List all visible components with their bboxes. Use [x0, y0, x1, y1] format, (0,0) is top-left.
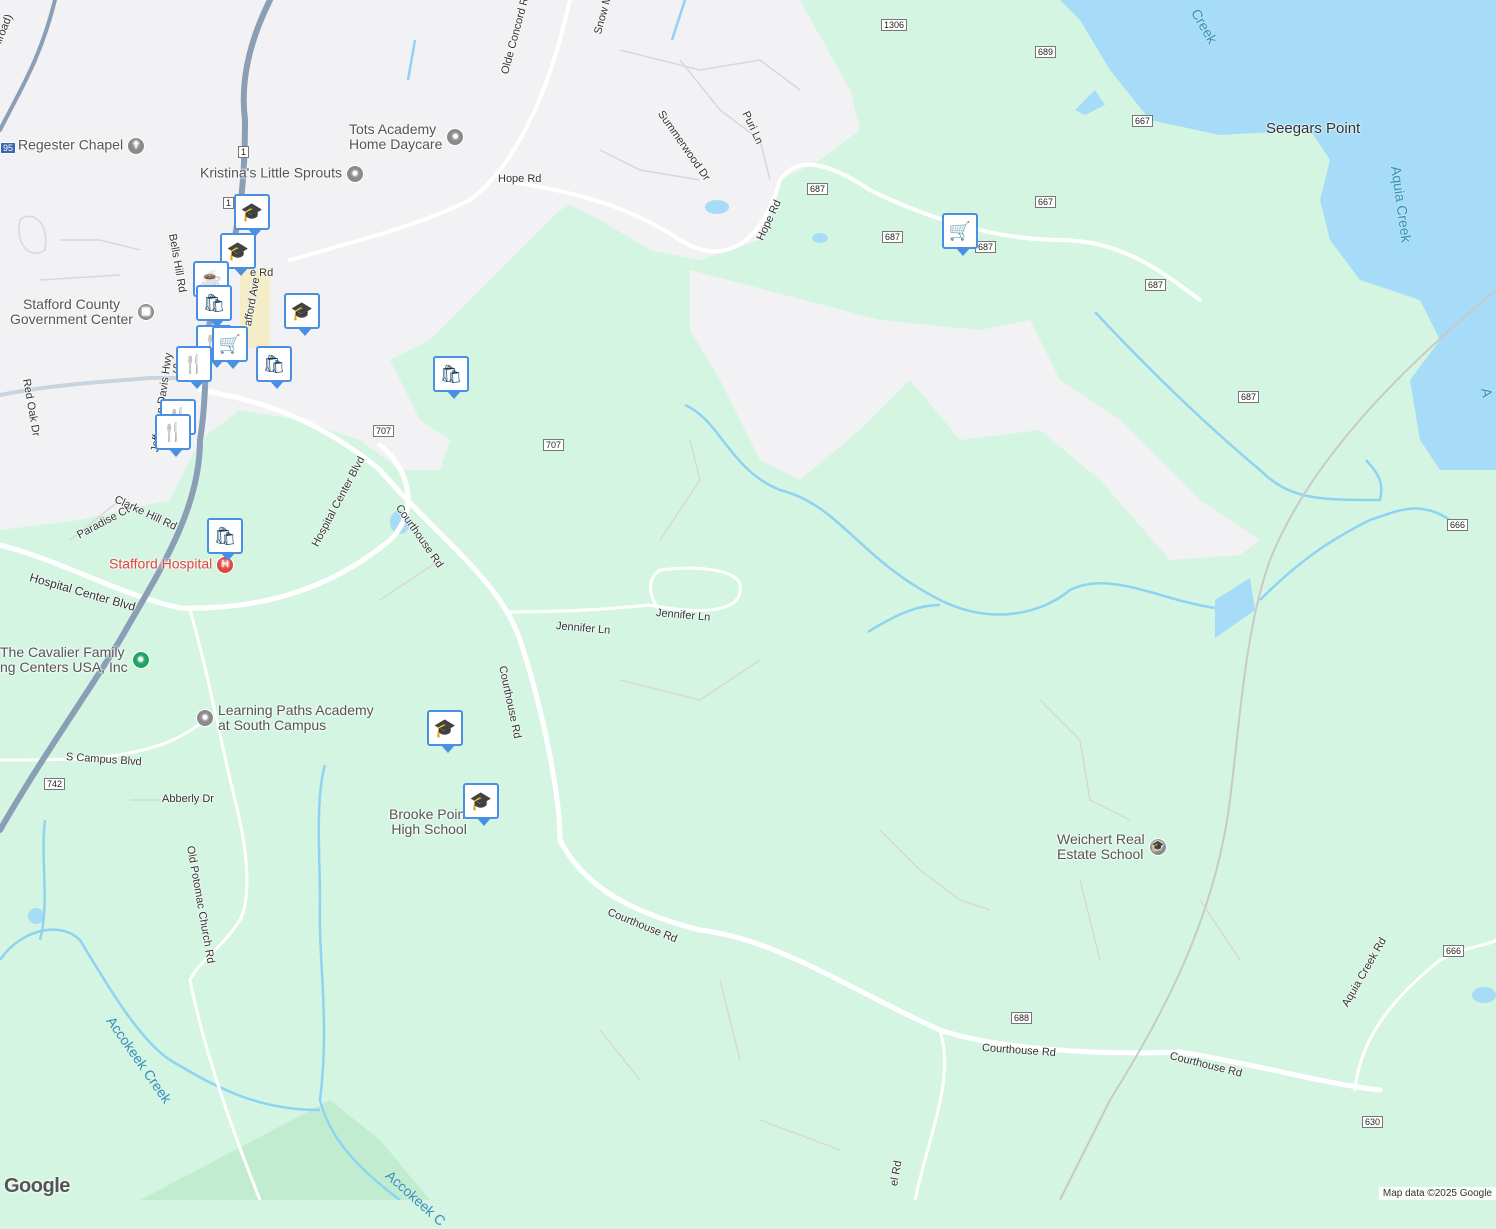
route-shield-666-2: 666 — [1443, 945, 1465, 957]
place-learning-paths-academy[interactable]: ● Learning Paths Academy at South Campus — [196, 703, 374, 733]
restaurant-marker-2[interactable]: 🍴 — [176, 346, 212, 389]
route-shield-667-2: 667 — [1035, 196, 1057, 208]
place-stafford-hospital[interactable]: Stafford Hospital H — [109, 555, 235, 574]
route-shield-us-1: 1 — [238, 146, 250, 158]
grocery-marker-2[interactable]: 🛒 — [942, 213, 978, 256]
route-shield-687-2: 687 — [882, 231, 904, 243]
route-shield-689: 689 — [1035, 46, 1057, 58]
shopping-marker-3[interactable]: 🛍 — [433, 356, 469, 399]
place-icon: ● — [446, 128, 465, 146]
place-label: Stafford Hospital — [109, 555, 213, 572]
route-shield-i-95: 95 — [0, 142, 17, 154]
shopping-bag-icon: 🛍 — [439, 363, 463, 384]
route-shield-1306: 1306 — [881, 19, 908, 31]
school-icon: 🎓 — [469, 790, 493, 811]
place-label: The Cavalier Family ng Centers USA, Inc — [0, 644, 128, 675]
road-label-abberly-dr: Abberly Dr — [162, 793, 214, 805]
school-marker-5[interactable]: 🎓 — [463, 783, 499, 826]
grocery-cart-icon: 🛒 — [218, 333, 242, 354]
restaurant-icon: 🍴 — [182, 353, 206, 374]
place-label: Kristina's Little Sprouts — [200, 164, 342, 181]
church-icon: ✝ — [127, 137, 146, 155]
pond-3 — [705, 200, 729, 214]
place-cavalier-family[interactable]: The Cavalier Family ng Centers USA, Inc ● — [0, 645, 150, 675]
place-label: Learning Paths Academy at South Campus — [218, 702, 374, 733]
school-icon: 🎓 — [240, 201, 264, 222]
pond-7 — [1472, 987, 1496, 1003]
grocery-cart-icon: 🛒 — [948, 220, 972, 241]
place-stafford-county-government-center[interactable]: Stafford County Government Center ▦ — [10, 297, 155, 327]
school-icon: 🎓 — [1148, 838, 1167, 856]
place-icon: ● — [196, 709, 214, 727]
place-kristinas-little-sprouts[interactable]: Kristina's Little Sprouts ● — [200, 165, 364, 183]
route-shield-667: 667 — [1132, 115, 1154, 127]
school-marker-4[interactable]: 🎓 — [427, 710, 463, 753]
google-logo[interactable]: Google — [4, 1175, 70, 1198]
route-shield-687-5: 687 — [1238, 391, 1260, 403]
grocery-marker-1[interactable]: 🛒 — [212, 326, 248, 369]
school-icon: 🎓 — [433, 717, 457, 738]
pond-4 — [812, 233, 828, 243]
route-shield-687-4: 687 — [1145, 279, 1167, 291]
shopping-marker-4[interactable]: 🛍 — [207, 518, 243, 561]
place-regester-chapel[interactable]: Regester Chapel ✝ — [18, 136, 146, 155]
route-shield-707: 707 — [373, 425, 395, 437]
route-shield-687: 687 — [807, 183, 829, 195]
school-marker-3[interactable]: 🎓 — [284, 293, 320, 336]
place-weichert-real-estate-school[interactable]: Weichert Real Estate School 🎓 — [1057, 832, 1167, 862]
shopping-marker-1[interactable]: 🛍 — [196, 285, 232, 328]
place-label: Regester Chapel — [18, 136, 124, 153]
place-tots-academy[interactable]: Tots Academy Home Daycare ● — [349, 121, 465, 152]
shopping-bag-icon: 🛍 — [202, 292, 226, 313]
pond-6 — [28, 908, 44, 924]
route-shield-630: 630 — [1362, 1116, 1384, 1128]
school-icon: 🎓 — [226, 240, 250, 261]
route-shield-742: 742 — [44, 778, 66, 790]
place-label: Stafford County Government Center — [10, 296, 133, 327]
shopping-bag-icon: 🛍 — [213, 525, 237, 546]
route-shield-688: 688 — [1011, 1012, 1033, 1024]
place-brooke-point-high-school[interactable]: Brooke Point High School — [389, 807, 469, 837]
place-label: Weichert Real Estate School — [1057, 831, 1145, 862]
route-shield-687-3: 687 — [975, 241, 997, 253]
place-label: Tots Academy Home Daycare — [349, 121, 443, 152]
school-icon: 🎓 — [290, 300, 314, 321]
place-icon: ● — [345, 165, 364, 183]
restaurant-marker-4[interactable]: 🍴 — [155, 414, 191, 457]
route-shield-707-2: 707 — [543, 439, 565, 451]
shopping-bag-icon: 🛍 — [262, 353, 286, 374]
route-shield-666: 666 — [1447, 519, 1469, 531]
place-icon: ● — [131, 651, 150, 669]
route-shield-us-1-2: 1 — [223, 197, 235, 209]
school-marker-1[interactable]: 🎓 — [234, 194, 270, 237]
map-attribution[interactable]: Map data ©2025 Google — [1378, 1187, 1496, 1200]
road-label-hope-rd: Hope Rd — [498, 173, 542, 185]
place-label: Brooke Point High School — [389, 806, 470, 837]
water-label-seegars-point: Seegars Point — [1266, 120, 1361, 137]
restaurant-icon: 🍴 — [161, 421, 185, 442]
government-icon: ▦ — [136, 303, 155, 321]
shopping-marker-2[interactable]: 🛍 — [256, 346, 292, 389]
